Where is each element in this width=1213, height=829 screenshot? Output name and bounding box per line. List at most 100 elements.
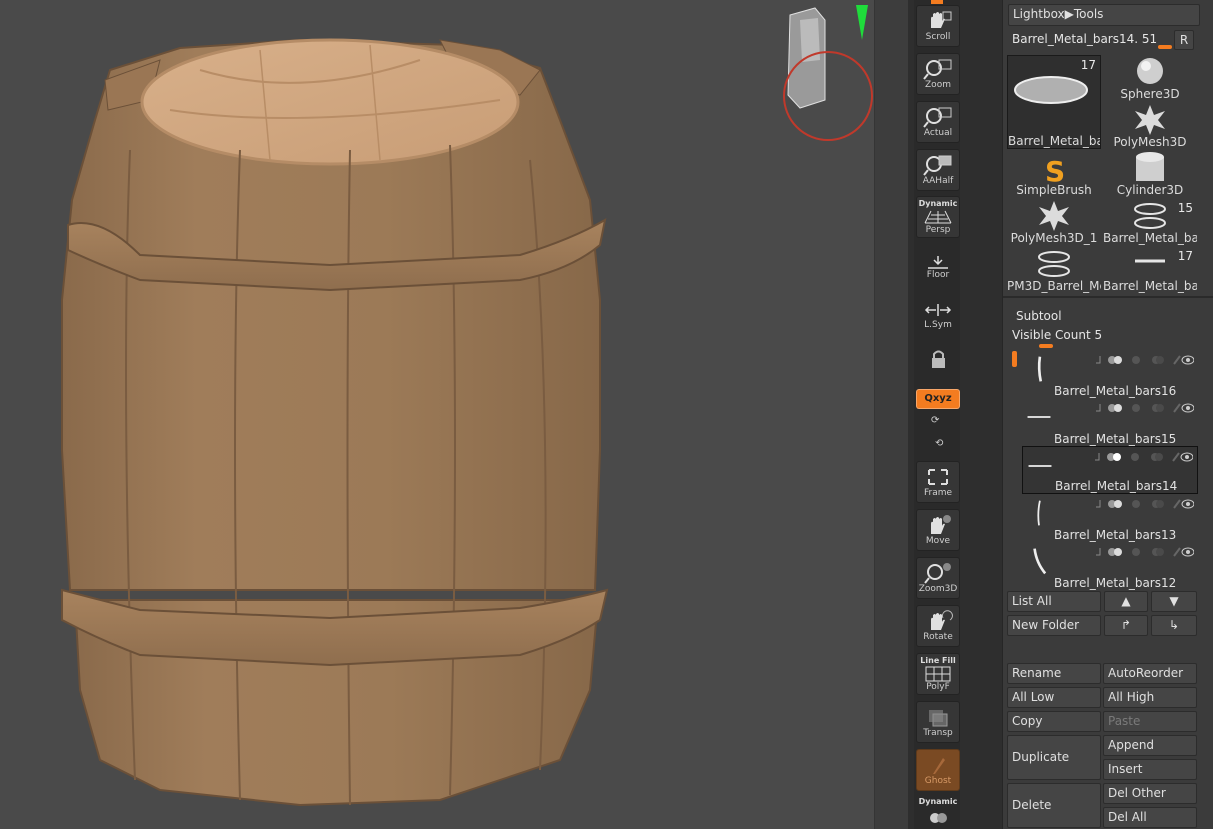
simplebrush-icon: S [1045,155,1065,185]
new-folder-button[interactable]: New Folder [1007,615,1101,636]
visible-count-value: 5 [1094,328,1103,342]
aahalf-button[interactable]: AAHalf [916,149,960,191]
visible-count-slider[interactable] [1039,344,1053,348]
arrow-turn-right-icon: ↱ [1120,618,1132,632]
paste-button[interactable]: Paste [1103,711,1197,732]
subtool-row[interactable]: Barrel_Metal_bars13 [1022,494,1198,542]
subtool-row[interactable]: Barrel_Metal_bars16 [1022,350,1198,398]
subtool-title[interactable]: Subtool [1016,309,1062,323]
transp-label: Transp [923,728,953,738]
copy-button[interactable]: Copy [1007,711,1101,732]
subtool-toggle-icons[interactable] [1070,353,1194,367]
zoom3d-icon [924,563,951,584]
rotate-y-icon[interactable]: ⟳ [931,415,939,426]
tool-item-label: SimpleBrush [1016,183,1092,197]
lightbox-tools-button[interactable]: Lightbox▶Tools [1008,4,1200,26]
tool-item[interactable]: PolyMesh3D [1103,103,1197,149]
move-right-up-button[interactable]: ↱ [1104,615,1148,636]
aahalf-label: AAHalf [922,176,954,186]
floor-button[interactable]: Floor [916,244,960,286]
view-shelf: Scroll Zoom Actual AAHalf Dynamic Persp … [914,0,960,829]
rename-button[interactable]: Rename [1007,663,1101,684]
lsym-button[interactable]: L.Sym [916,294,960,336]
subtool-row[interactable]: Barrel_Metal_bars12 [1022,542,1198,590]
ghost-icon [933,758,945,774]
navigation-gizmo[interactable] [770,0,874,150]
subtool-toggle-icons[interactable] [1070,401,1194,415]
all-high-button[interactable]: All High [1103,687,1197,708]
subtool-toggle-icons[interactable] [1069,450,1193,464]
subtool-thumbnail [1027,416,1051,418]
polyframe-grid-icon [925,666,951,682]
3d-viewport[interactable] [0,0,874,829]
move-right-down-button[interactable]: ↳ [1151,615,1197,636]
subtool-toggle-icons[interactable] [1070,545,1194,559]
star-icon [1039,201,1069,231]
shelf-accent-marker [931,0,943,4]
reset-r-button[interactable]: R [1174,30,1194,50]
zoom-button[interactable]: Zoom [916,53,960,95]
list-all-button[interactable]: List All [1007,591,1101,612]
tool-item[interactable]: Sphere3D [1103,55,1197,101]
solo-dynamic-label: Dynamic [918,797,958,806]
all-low-button[interactable]: All Low [1007,687,1101,708]
subtool-thumbnail [1037,500,1041,526]
ghost-button[interactable]: Ghost [916,749,960,791]
delete-button[interactable]: Delete [1007,783,1101,828]
lsym-label: L.Sym [924,320,952,330]
solo-button[interactable]: Dynamic [916,795,960,829]
scroll-hand-icon [931,11,952,28]
tool-item-count: 17 [1177,249,1193,263]
tool-item[interactable]: Barrel_Metal_bar 15 [1103,199,1197,245]
actual-button[interactable]: Actual [916,101,960,143]
tool-item-label: Barrel_Metal_ba [1008,134,1100,148]
tool-item[interactable]: Barrel_Metal_ba 17 [1007,55,1101,149]
tool-item[interactable]: PolyMesh3D_1 [1007,199,1101,245]
subtool-row[interactable]: Barrel_Metal_bars15 [1022,398,1198,446]
duplicate-button[interactable]: Duplicate [1007,735,1101,780]
del-all-button[interactable]: Del All [1103,807,1197,828]
arrow-down-icon: ▼ [1169,594,1179,608]
del-other-button[interactable]: Del Other [1103,783,1197,804]
subtool-name: Barrel_Metal_bars14 [1055,479,1178,493]
solo-icon [930,813,947,823]
polyf-button[interactable]: Line Fill PolyF [916,653,960,695]
subtool-row[interactable]: Barrel_Metal_bars14 [1022,446,1198,494]
subtool-scrollbar[interactable] [1012,351,1017,367]
sphere-icon [1137,58,1163,84]
transparency-icon [929,710,948,727]
floor-label: Floor [926,270,950,280]
actual-label: Actual [923,128,953,138]
subtool-name: Barrel_Metal_bars16 [1054,384,1177,398]
tool-slider-handle[interactable] [1158,45,1172,49]
floor-icon [928,256,948,269]
subtool-thumbnail [1028,465,1052,467]
tool-item[interactable]: S SimpleBrush [1007,151,1101,197]
move-up-button[interactable]: ▲ [1104,591,1148,612]
move-button[interactable]: Move [916,509,960,551]
tool-item[interactable]: Cylinder3D [1103,151,1197,197]
tool-item[interactable]: Barrel_Metal_ba 17 [1103,247,1197,293]
move-down-button[interactable]: ▼ [1151,591,1197,612]
zoom3d-button[interactable]: Zoom3D [916,557,960,599]
transp-button[interactable]: Transp [916,701,960,743]
rotate-button[interactable]: Rotate [916,605,960,647]
tool-item-label: Barrel_Metal_ba [1103,279,1197,293]
lock-button[interactable] [916,344,960,386]
autoreorder-button[interactable]: AutoReorder [1103,663,1197,684]
subtool-toggle-icons[interactable] [1070,497,1194,511]
star-icon [1135,105,1165,135]
xyz-symmetry-button[interactable]: Qxyz [916,389,960,409]
scroll-label: Scroll [925,32,951,42]
visible-count-row[interactable]: Visible Count 5 [1012,328,1102,342]
scroll-button[interactable]: Scroll [916,5,960,47]
tool-item[interactable]: PM3D_Barrel_Me [1007,247,1101,293]
insert-button[interactable]: Insert [1103,759,1197,780]
persp-button[interactable]: Dynamic Persp [916,196,960,238]
tool-item-label: Barrel_Metal_bar [1103,231,1197,245]
rotate-z-icon[interactable]: ⟲ [935,438,943,449]
aahalf-magnifier-icon [923,155,952,176]
append-button[interactable]: Append [1103,735,1197,756]
frame-button[interactable]: Frame [916,461,960,503]
current-tool-name[interactable]: Barrel_Metal_bars14. 51 [1012,32,1157,46]
